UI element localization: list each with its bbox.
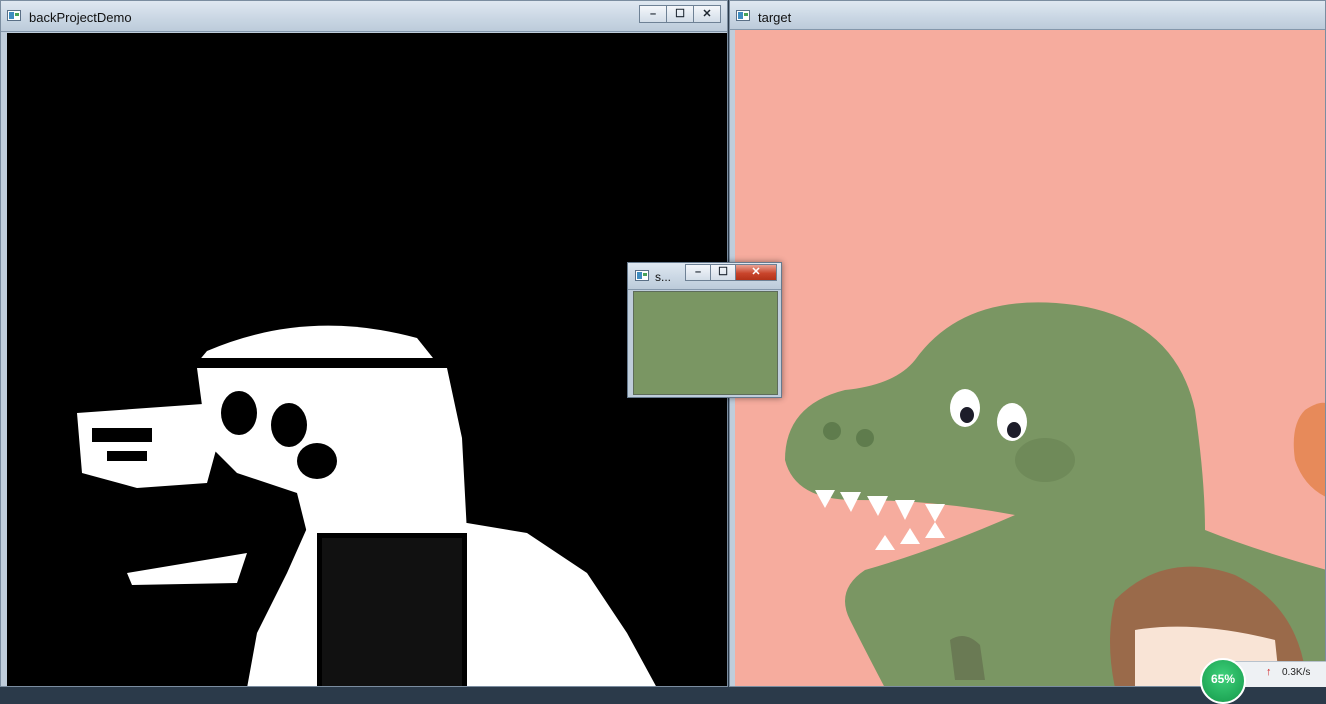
- window-app-icon: [7, 10, 21, 21]
- window-app-icon: [635, 270, 649, 281]
- cpu-usage-badge[interactable]: 65%: [1200, 658, 1246, 704]
- upload-arrow-icon: ↑: [1266, 666, 1272, 678]
- sample-color-swatch: [633, 291, 778, 395]
- target-image: [735, 30, 1325, 686]
- close-button[interactable]: ✕: [693, 5, 721, 23]
- minimize-button[interactable]: –: [639, 5, 667, 23]
- target-window: target: [729, 0, 1326, 687]
- sample-window-title: s...: [655, 270, 672, 284]
- maximize-button[interactable]: ☐: [666, 5, 694, 23]
- backproject-titlebar[interactable]: backProjectDemo – ☐ ✕: [1, 1, 727, 32]
- backproject-window-title: backProjectDemo: [29, 10, 132, 25]
- sample-window: s... – ☐ ✕: [627, 262, 782, 398]
- system-tray: 65% ↑ 0.3K/s: [1200, 658, 1326, 704]
- target-window-title: target: [758, 10, 792, 25]
- close-button[interactable]: ✕: [735, 264, 777, 281]
- target-titlebar[interactable]: target: [730, 1, 1325, 30]
- window-app-icon: [736, 10, 750, 21]
- sample-titlebar[interactable]: s... – ☐ ✕: [628, 263, 781, 290]
- network-speed: 0.3K/s: [1282, 667, 1311, 678]
- backproject-window: backProjectDemo – ☐ ✕: [0, 0, 728, 687]
- maximize-button[interactable]: ☐: [710, 264, 736, 281]
- backproject-image: [7, 33, 727, 686]
- minimize-button[interactable]: –: [685, 264, 711, 281]
